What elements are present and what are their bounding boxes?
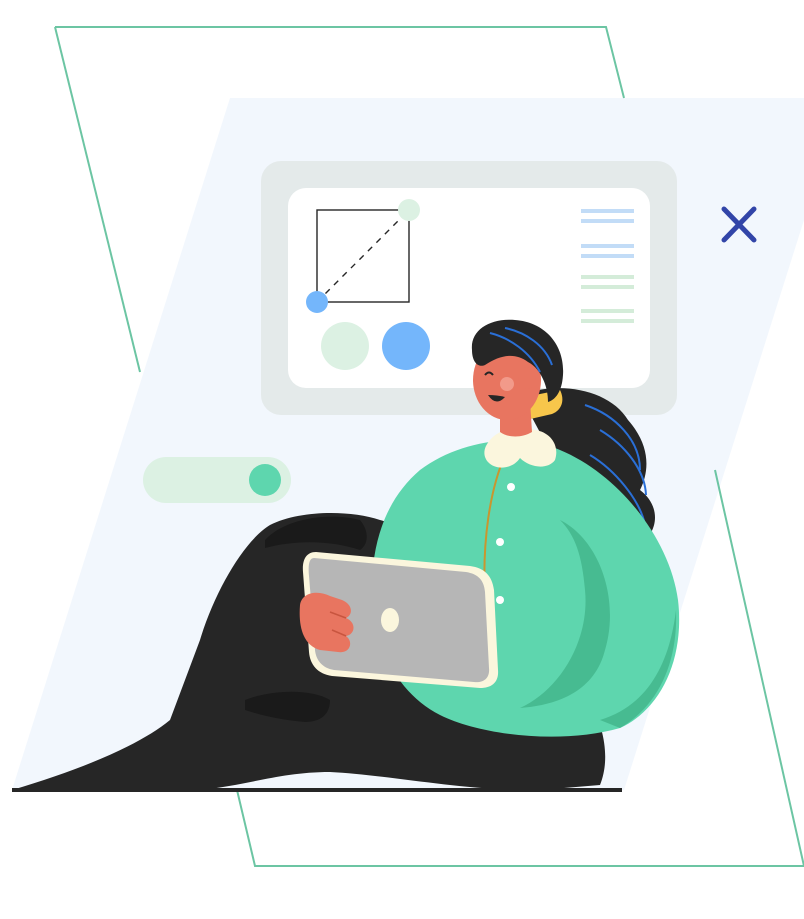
illustration-stage [0,0,804,919]
graph-point-end [398,199,420,221]
card-circle-green [321,322,369,370]
sweater-button [496,596,504,604]
woman-with-tablet-illustration [12,26,804,867]
card-circle-blue [382,322,430,370]
graph-point-start [306,291,328,313]
ground-line [12,788,622,792]
frame-outline-left [54,26,141,373]
ear [518,367,536,389]
cheek [500,377,514,391]
frame-outline-top [55,26,625,99]
frame-outline-bottom [236,789,804,867]
frame-outline-right [714,469,804,867]
sweater-button [507,483,515,491]
tablet-camera [381,608,399,632]
ui-card [261,161,677,415]
toggle-switch[interactable] [143,457,291,503]
sweater-button [496,538,504,546]
toggle-knob [249,464,281,496]
